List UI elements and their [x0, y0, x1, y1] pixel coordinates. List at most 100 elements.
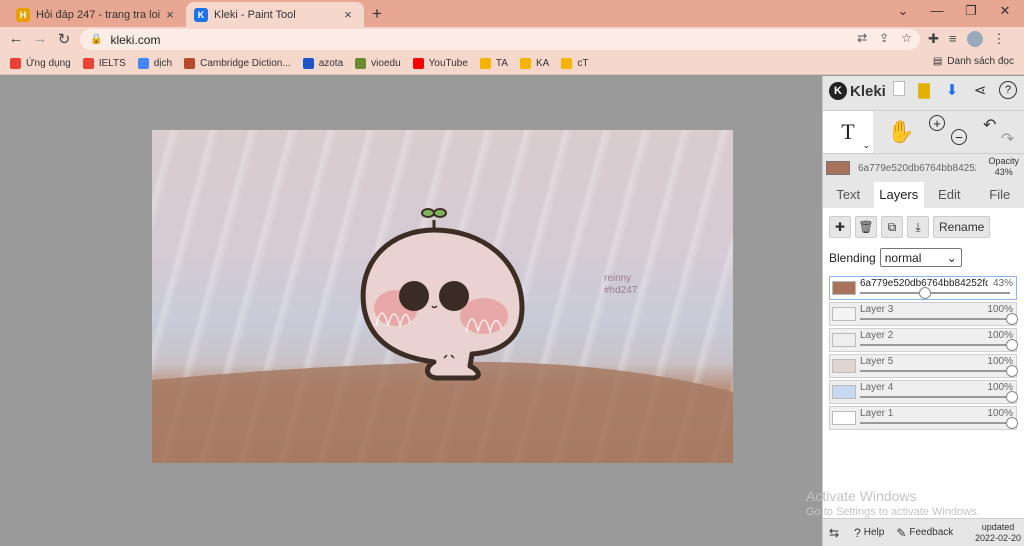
- add-layer-button[interactable]: ✚: [829, 216, 851, 238]
- tab-search-chevron-icon[interactable]: ⌄: [888, 3, 918, 19]
- bookmark-cambridge[interactable]: Cambridge Diction...: [184, 57, 291, 69]
- merge-layer-button[interactable]: ⤓: [907, 216, 929, 238]
- help-icon[interactable]: ?: [999, 81, 1017, 99]
- layer-name: Layer 4: [860, 382, 894, 393]
- bookmark-ct[interactable]: cT: [561, 57, 588, 69]
- opacity-label: Opacity: [988, 156, 1019, 166]
- file-actions: ▇ ⬇ ⋖ ?: [893, 81, 1017, 99]
- extensions-puzzle-icon[interactable]: ✚: [928, 31, 939, 47]
- duplicate-layer-button[interactable]: ⧉: [881, 216, 903, 238]
- opacity-slider-handle[interactable]: [1006, 365, 1018, 377]
- opacity-slider-handle[interactable]: [1006, 313, 1018, 325]
- opacity-slider-track[interactable]: [860, 422, 1010, 424]
- reload-button[interactable]: ↻: [54, 30, 74, 48]
- layer-row[interactable]: Layer 4 100%: [829, 380, 1018, 404]
- hand-tool-icon[interactable]: ✋: [887, 119, 914, 145]
- browser-tab-hoidap[interactable]: H Hỏi đáp 247 - trang tra loi ×: [8, 2, 186, 27]
- apps-grid-icon: [10, 57, 21, 69]
- updated-label: updated: [981, 522, 1015, 532]
- kleki-favicon-icon: K: [194, 7, 208, 22]
- opacity-slider-track[interactable]: [860, 396, 1010, 398]
- bookmark-ta[interactable]: TA: [479, 57, 508, 69]
- bookmark-azota[interactable]: azota: [302, 57, 343, 69]
- bookmark-label: Ứng dụng: [26, 57, 71, 69]
- close-window-button[interactable]: ✕: [990, 3, 1020, 19]
- layer-row[interactable]: Layer 2 100%: [829, 328, 1018, 352]
- blending-select[interactable]: normal ⌄: [879, 248, 962, 267]
- kleki-logo[interactable]: K Kleki: [829, 82, 886, 100]
- layer-name: Layer 3: [860, 304, 894, 315]
- eye-left: [399, 281, 429, 311]
- azota-icon: [302, 57, 314, 69]
- swap-button[interactable]: ⇆: [829, 526, 842, 540]
- tab-close-icon[interactable]: ×: [162, 7, 178, 22]
- bookmark-dich[interactable]: dịch: [137, 57, 173, 69]
- redo-icon[interactable]: ↷: [1001, 129, 1014, 149]
- bookmark-youtube[interactable]: YouTube: [412, 57, 468, 69]
- opacity-slider-handle[interactable]: [1006, 391, 1018, 403]
- color-swatch[interactable]: [826, 161, 850, 175]
- text-tool-glyph: T: [841, 119, 855, 144]
- chevron-down-icon: ⌄: [946, 250, 957, 265]
- updated-date: 2022-02-20: [974, 533, 1021, 543]
- opacity-slider-track[interactable]: [860, 370, 1010, 372]
- opacity-slider-track[interactable]: [860, 344, 1010, 346]
- download-icon[interactable]: ⬇: [943, 81, 961, 99]
- bookmark-vioedu[interactable]: vioedu: [355, 57, 401, 69]
- bookmark-label: dịch: [153, 57, 173, 69]
- text-tool-button[interactable]: T ⌄: [823, 111, 873, 153]
- help-button[interactable]: ? Help: [854, 526, 884, 540]
- eye-right: [439, 281, 469, 311]
- omnibox[interactable]: 🔒 kleki.com ⇄ ⇪ ☆: [80, 29, 920, 50]
- updated-info: updated 2022-02-20: [975, 522, 1021, 544]
- zoom-in-icon[interactable]: +: [929, 115, 945, 131]
- open-folder-icon[interactable]: ▇: [915, 81, 933, 99]
- rename-layer-button[interactable]: Rename: [933, 216, 991, 238]
- restore-button[interactable]: ❐: [956, 3, 986, 19]
- bookmark-ka[interactable]: KA: [519, 57, 549, 69]
- chevron-down-icon[interactable]: ⌄: [862, 140, 870, 151]
- opacity-slider-track[interactable]: [860, 292, 1010, 294]
- translate-icon[interactable]: ⇄: [857, 31, 867, 45]
- tab-file[interactable]: File: [975, 182, 1024, 208]
- minimize-button[interactable]: —: [922, 3, 952, 18]
- layer-row[interactable]: 6a779e520db6764bb84252fd 43%: [829, 276, 1017, 300]
- browser-tab-kleki[interactable]: K Kleki - Paint Tool ×: [186, 2, 364, 27]
- back-button[interactable]: ←: [6, 30, 26, 47]
- tab-edit[interactable]: Edit: [924, 182, 975, 208]
- layer-row[interactable]: Layer 1 100%: [829, 406, 1018, 430]
- media-control-icon[interactable]: ≡: [949, 31, 957, 47]
- forward-button[interactable]: →: [30, 30, 50, 47]
- bookmark-ielts[interactable]: IELTS: [82, 57, 126, 69]
- zoom-out-icon[interactable]: −: [951, 129, 967, 145]
- new-tab-button[interactable]: +: [372, 4, 382, 24]
- ielts-icon: [82, 57, 94, 69]
- layer-row[interactable]: Layer 3 100%: [829, 302, 1018, 326]
- opacity-slider-handle[interactable]: [1006, 417, 1018, 429]
- tab-close-icon[interactable]: ×: [340, 7, 356, 22]
- reading-list-button[interactable]: ▤ Danh sách đọc: [933, 56, 1014, 67]
- lock-icon[interactable]: 🔒: [90, 34, 102, 45]
- browser-menu-icon[interactable]: ⋮: [993, 31, 1006, 47]
- color-hex-value: 6a779e520db6764bb84252: [858, 162, 976, 174]
- opacity-slider-handle[interactable]: [1006, 339, 1018, 351]
- delete-layer-button[interactable]: 🗑: [855, 216, 877, 238]
- tab-text[interactable]: Text: [823, 182, 874, 208]
- canvas-workspace[interactable]: reinny #hd247: [0, 76, 822, 546]
- sprout-leaf-right: [433, 208, 447, 218]
- share-icon[interactable]: ⋖: [971, 81, 989, 99]
- bookmark-apps[interactable]: Ứng dụng: [10, 57, 71, 69]
- layer-thumbnail: [832, 333, 856, 347]
- url-text[interactable]: kleki.com: [110, 33, 160, 47]
- tab-layers[interactable]: Layers: [873, 182, 924, 208]
- opacity-slider-handle[interactable]: [919, 287, 932, 299]
- layer-row[interactable]: Layer 5 100%: [829, 354, 1018, 378]
- drawing-canvas[interactable]: reinny #hd247: [152, 130, 733, 463]
- opacity-slider-track[interactable]: [860, 318, 1010, 320]
- new-image-icon[interactable]: [893, 81, 905, 96]
- undo-icon[interactable]: ↶: [983, 115, 996, 135]
- profile-avatar[interactable]: [966, 31, 983, 47]
- feedback-button[interactable]: ✎ Feedback: [896, 526, 953, 540]
- share-page-icon[interactable]: ⇪: [879, 31, 889, 45]
- bookmark-star-icon[interactable]: ☆: [901, 31, 912, 45]
